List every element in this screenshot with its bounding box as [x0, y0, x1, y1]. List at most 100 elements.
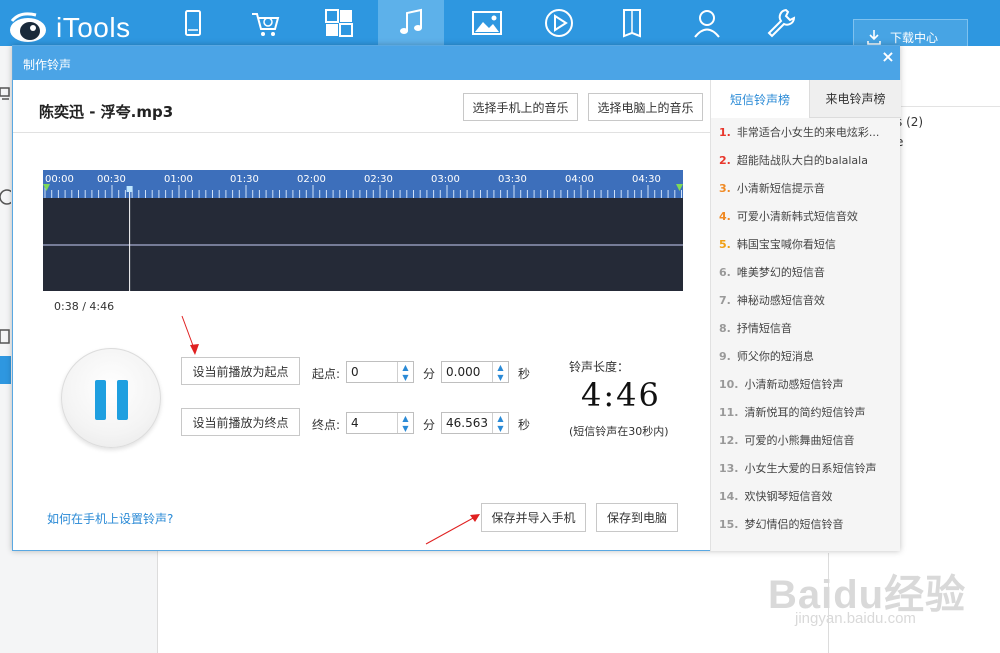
end-minute-stepper[interactable]: 4 ▲ ▼ [346, 412, 414, 434]
start-label: 起点: [312, 367, 341, 381]
rank-title: 师父你的短消息 [736, 350, 814, 363]
nav-music[interactable] [378, 0, 444, 46]
ringtone-length-note: (短信铃声在30秒内) [569, 425, 669, 438]
decrement-icon[interactable]: ▼ [493, 372, 508, 382]
help-link[interactable]: 如何在手机上设置铃声? [47, 510, 173, 527]
book-icon [623, 9, 641, 38]
rank-title: 神秘动感短信音效 [736, 294, 825, 307]
start-marker[interactable] [43, 184, 50, 191]
end-label: 终点: [312, 418, 341, 432]
list-item[interactable]: 9. 师父你的短消息 [719, 342, 899, 370]
list-item[interactable]: 5. 韩国宝宝喊你看短信 [719, 230, 899, 258]
rank-number: 15. [719, 517, 739, 531]
close-button[interactable]: × [879, 48, 897, 66]
list-item[interactable]: 13. 小女生大爱的日系短信铃声 [719, 454, 899, 482]
waveform-graphic [43, 184, 683, 291]
list-item[interactable]: 8. 抒情短信音 [719, 314, 899, 342]
increment-icon[interactable]: ▲ [398, 413, 413, 423]
save-import-phone-button[interactable]: 保存并导入手机 [481, 503, 586, 532]
list-item[interactable]: 3. 小清新短信提示音 [719, 174, 899, 202]
set-end-button[interactable]: 设当前播放为终点 [181, 408, 300, 436]
start-minute-stepper[interactable]: 0 ▲ ▼ [346, 361, 414, 383]
rank-number: 2. [719, 153, 731, 167]
list-item[interactable]: 11. 清新悦耳的简约短信铃声 [719, 398, 899, 426]
pause-icon-bar [117, 380, 128, 420]
increment-icon[interactable]: ▲ [493, 362, 508, 372]
nav-device[interactable] [160, 0, 226, 46]
nav-photo[interactable] [454, 0, 520, 46]
select-phone-music-button[interactable]: 选择手机上的音乐 [463, 93, 578, 121]
sidebar-folder-icon [0, 328, 11, 346]
sidebar-clock-icon [0, 188, 11, 206]
list-item[interactable]: 10. 小清新动感短信铃声 [719, 370, 899, 398]
rank-title: 小清新短信提示音 [736, 182, 825, 195]
decrement-icon[interactable]: ▼ [398, 423, 413, 433]
sidebar-selected-indicator [0, 356, 11, 384]
end-marker[interactable] [676, 184, 683, 191]
logo-icon [6, 11, 52, 45]
photo-icon [472, 11, 502, 35]
rank-number: 4. [719, 209, 731, 223]
top-toolbar: iTools 下载中心 [0, 0, 1000, 55]
download-center-label: 下载中心 [890, 30, 939, 45]
rank-title: 梦幻情侣的短信铃音 [744, 518, 844, 531]
nav-apps[interactable] [306, 0, 372, 46]
rank-number: 13. [719, 461, 739, 475]
pause-button[interactable] [61, 348, 161, 448]
tools-icon [767, 8, 796, 38]
rank-title: 非常适合小女生的来电炫彩... [736, 126, 880, 139]
list-item[interactable]: 6. 唯美梦幻的短信音 [719, 258, 899, 286]
increment-icon[interactable]: ▲ [493, 413, 508, 423]
set-start-button[interactable]: 设当前播放为起点 [181, 357, 300, 385]
rank-number: 9. [719, 349, 731, 363]
decrement-icon[interactable]: ▼ [398, 372, 413, 382]
list-item[interactable]: 15. 梦幻情侣的短信铃音 [719, 510, 899, 538]
nav-video[interactable] [526, 0, 592, 46]
second-unit: 秒 [518, 418, 531, 432]
increment-icon[interactable]: ▲ [398, 362, 413, 372]
ringtone-length-label: 铃声长度： [569, 360, 630, 374]
list-item[interactable]: 4. 可爱小清新韩式短信音效 [719, 202, 899, 230]
list-item[interactable]: 14. 欢快钢琴短信音效 [719, 482, 899, 510]
list-item[interactable]: 2. 超能陆战队大白的balalala [719, 146, 899, 174]
rank-title: 抒情短信音 [736, 322, 792, 335]
nav-tools[interactable] [748, 0, 814, 46]
watermark-url: jingyan.baidu.com [795, 610, 916, 627]
end-second-value: 46.563 [446, 416, 488, 430]
tab-call-ranking[interactable]: 来电铃声榜 [809, 80, 901, 118]
start-second-value: 0.000 [446, 365, 481, 379]
select-pc-music-button[interactable]: 选择电脑上的音乐 [588, 93, 703, 121]
download-icon [867, 30, 881, 45]
rank-number: 8. [719, 321, 731, 335]
start-second-stepper[interactable]: 0.000 ▲ ▼ [441, 361, 509, 383]
save-to-pc-button[interactable]: 保存到电脑 [596, 503, 678, 532]
playhead-handle[interactable] [126, 186, 133, 192]
end-second-stepper[interactable]: 46.563 ▲ ▼ [441, 412, 509, 434]
decrement-icon[interactable]: ▼ [493, 423, 508, 433]
cart-icon [252, 13, 280, 36]
apps-icon [325, 9, 353, 37]
tab-sms-ranking[interactable]: 短信铃声榜 [711, 80, 809, 118]
minute-unit: 分 [423, 418, 436, 432]
rank-title: 唯美梦幻的短信音 [736, 266, 825, 279]
app-logo: iTools [6, 8, 131, 48]
nav-contacts[interactable] [674, 0, 740, 46]
annotation-arrow [425, 514, 480, 545]
list-item[interactable]: 12. 可爱的小熊舞曲短信音 [719, 426, 899, 454]
rank-title: 超能陆战队大白的balalala [736, 154, 868, 167]
list-item[interactable]: 7. 神秘动感短信音效 [719, 286, 899, 314]
music-icon [400, 8, 422, 34]
rank-title: 可爱小清新韩式短信音效 [736, 210, 858, 223]
rank-number: 11. [719, 405, 739, 419]
rank-number: 6. [719, 265, 731, 279]
nav-store[interactable] [232, 0, 298, 46]
background-divider [900, 106, 1000, 107]
rank-number: 14. [719, 489, 739, 503]
nav-books[interactable] [600, 0, 666, 46]
start-minute-value: 0 [351, 365, 359, 379]
rank-number: 1. [719, 125, 731, 139]
list-item[interactable]: 1. 非常适合小女生的来电炫彩... [719, 118, 899, 146]
ringtone-length-value: 4:46 [581, 376, 661, 414]
app-name: iTools [56, 12, 131, 43]
waveform-editor[interactable]: 00:00 00:30 01:00 01:30 02:00 02:30 03:0… [43, 170, 683, 291]
